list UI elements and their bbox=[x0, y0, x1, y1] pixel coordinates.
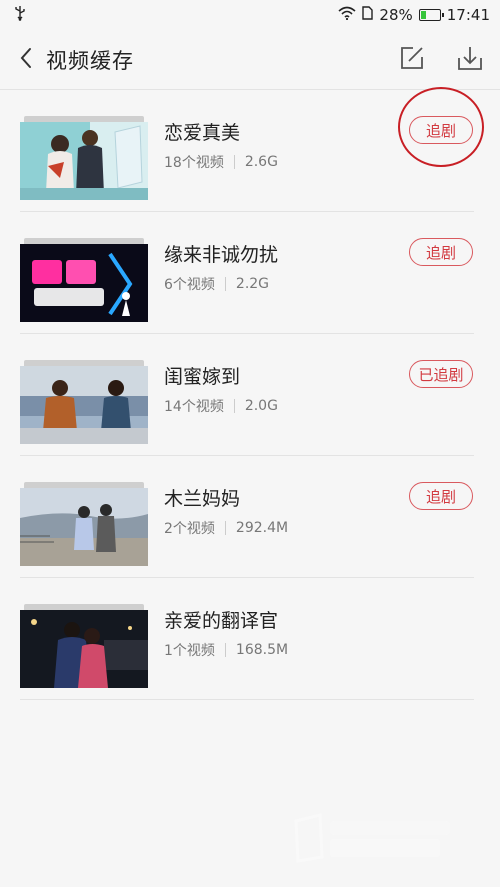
meta-divider bbox=[224, 277, 226, 291]
video-title: 缘来非诚勿扰 bbox=[164, 244, 279, 266]
battery-icon bbox=[418, 9, 444, 21]
video-thumbnail[interactable] bbox=[20, 360, 148, 444]
battery-percent: 28% bbox=[379, 6, 413, 24]
meta-divider bbox=[224, 643, 226, 657]
video-thumbnail[interactable] bbox=[20, 116, 148, 200]
video-thumbnail[interactable] bbox=[20, 238, 148, 322]
back-button[interactable] bbox=[6, 30, 46, 90]
meta-divider bbox=[224, 521, 226, 535]
list-item[interactable]: 缘来非诚勿扰 6个视频 2.2G 追剧 bbox=[0, 212, 500, 334]
usb-icon bbox=[14, 5, 26, 25]
page-title: 视频缓存 bbox=[46, 48, 134, 73]
list-item[interactable]: 恋爱真美 18个视频 2.6G 追剧 bbox=[0, 90, 500, 212]
status-bar: 28% 17:41 bbox=[0, 0, 500, 30]
video-title: 闺蜜嫁到 bbox=[164, 366, 241, 388]
video-meta: 6个视频 2.2G bbox=[164, 274, 269, 294]
list-item[interactable]: 亲爱的翻译官 1个视频 168.5M bbox=[0, 578, 500, 700]
video-thumbnail[interactable] bbox=[20, 482, 148, 566]
edit-icon bbox=[400, 46, 424, 74]
row-divider bbox=[20, 699, 474, 700]
sim-icon bbox=[362, 6, 374, 24]
back-icon bbox=[19, 47, 33, 73]
meta-divider bbox=[233, 155, 235, 169]
video-count: 6个视频 bbox=[164, 277, 215, 293]
follow-button[interactable]: 追剧 bbox=[409, 482, 473, 510]
clock: 17:41 bbox=[446, 6, 490, 24]
video-meta: 14个视频 2.0G bbox=[164, 396, 278, 416]
list-item[interactable]: 闺蜜嫁到 14个视频 2.0G 已追剧 bbox=[0, 334, 500, 456]
edit-button[interactable] bbox=[398, 46, 426, 74]
video-thumbnail[interactable] bbox=[20, 604, 148, 688]
video-title: 木兰妈妈 bbox=[164, 488, 241, 510]
video-count: 2个视频 bbox=[164, 521, 215, 537]
video-title: 恋爱真美 bbox=[164, 122, 241, 144]
video-count: 1个视频 bbox=[164, 643, 215, 659]
wifi-icon bbox=[338, 6, 356, 24]
video-count: 14个视频 bbox=[164, 399, 224, 415]
video-size: 2.2G bbox=[235, 276, 270, 292]
video-cache-list: 恋爱真美 18个视频 2.6G 追剧 缘来非诚勿扰 6个视频 2.2G 追剧 闺… bbox=[0, 90, 500, 700]
header: 视频缓存 bbox=[0, 30, 500, 90]
video-meta: 18个视频 2.6G bbox=[164, 152, 278, 172]
follow-button[interactable]: 追剧 bbox=[409, 116, 473, 144]
video-count: 18个视频 bbox=[164, 155, 224, 171]
battery-level-fill bbox=[420, 11, 427, 19]
meta-divider bbox=[233, 399, 235, 413]
video-title: 亲爱的翻译官 bbox=[164, 610, 279, 632]
video-size: 2.0G bbox=[244, 398, 278, 414]
followed-button[interactable]: 已追剧 bbox=[409, 360, 473, 388]
video-size: 292.4M bbox=[235, 520, 289, 536]
list-item[interactable]: 木兰妈妈 2个视频 292.4M 追剧 bbox=[0, 456, 500, 578]
video-meta: 2个视频 292.4M bbox=[164, 518, 288, 538]
video-meta: 1个视频 168.5M bbox=[164, 640, 288, 660]
watermark-logo bbox=[290, 811, 460, 863]
download-button[interactable] bbox=[456, 46, 484, 74]
video-size: 168.5M bbox=[235, 642, 289, 658]
download-icon bbox=[458, 46, 482, 74]
follow-button[interactable]: 追剧 bbox=[409, 238, 473, 266]
video-size: 2.6G bbox=[244, 154, 278, 170]
